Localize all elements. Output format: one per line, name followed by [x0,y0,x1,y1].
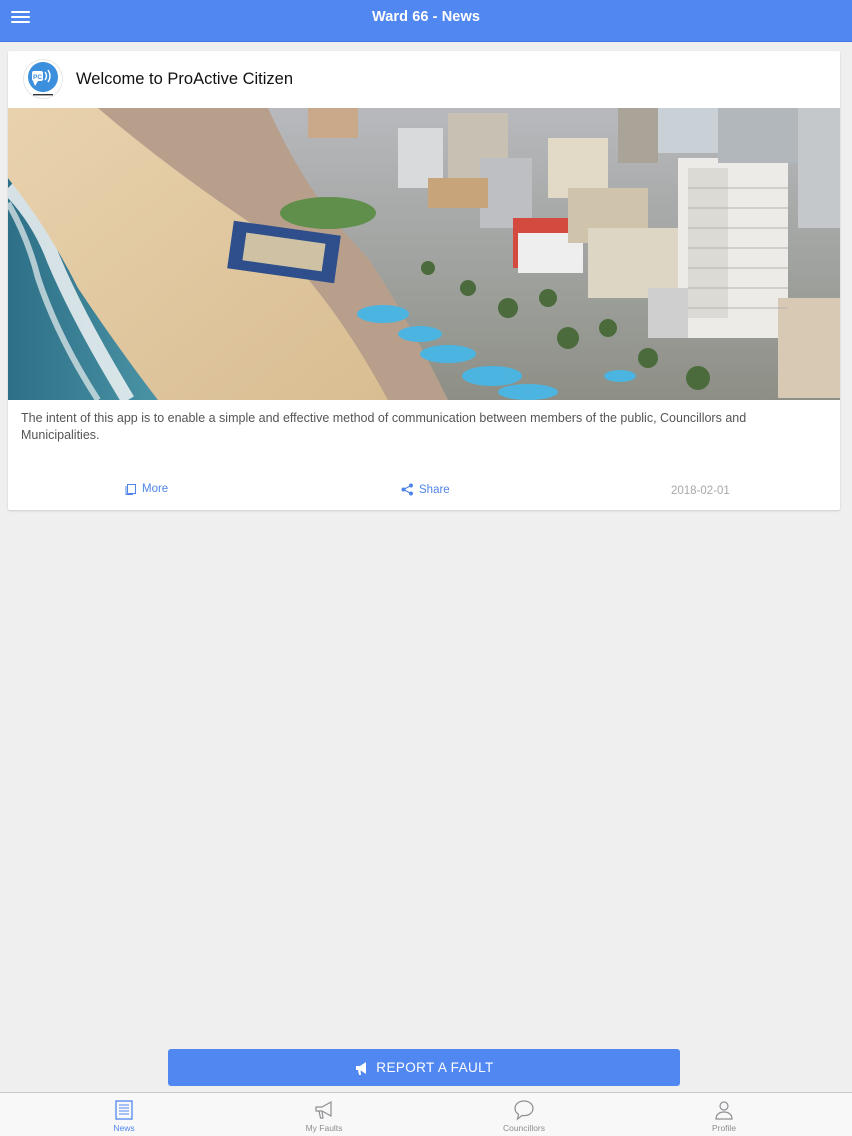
news-card-description: The intent of this app is to enable a si… [21,411,747,442]
news-card-header: PC Welcome to ProActive Citizen [8,51,840,108]
news-card-image [8,108,840,400]
tab-news[interactable]: News [64,1098,184,1133]
news-card-actions: More Share 2018-02-01 [8,483,840,503]
more-button[interactable]: More [125,483,168,495]
navigation-bar: Ward 66 - News [0,0,852,42]
chat-bubble-icon [514,1100,534,1121]
report-fault-button[interactable]: REPORT A FAULT [168,1049,680,1086]
tab-profile[interactable]: Profile [664,1098,784,1133]
person-icon [715,1101,733,1120]
share-button[interactable]: Share [401,483,450,496]
more-label: More [142,483,169,495]
megaphone-icon [356,1061,367,1075]
tab-councillors[interactable]: Councillors [464,1098,584,1133]
share-label: Share [419,483,450,496]
news-card-title[interactable]: Welcome to ProActive Citizen [76,70,293,89]
tab-profile-label: Profile [711,1123,737,1133]
logo-text: PC [33,74,42,81]
newspaper-icon [115,1100,133,1120]
app-screen: Ward 66 - News PC Welcome to ProActive C… [0,0,852,1136]
tab-councillors-label: Councillors [502,1123,546,1133]
page-title: Ward 66 - News [371,9,481,25]
tab-my-faults[interactable]: My Faults [264,1098,384,1133]
news-card[interactable]: PC Welcome to ProActive Citizen The inte… [8,51,840,510]
tab-news-label: News [113,1123,135,1133]
share-icon [401,483,413,496]
tab-my-faults-label: My Faults [305,1123,343,1133]
tab-bar: News My Faults Councillors Profile [0,1092,852,1136]
news-date: 2018-02-01 [671,485,730,497]
report-fault-label: REPORT A FAULT [376,1060,494,1075]
proactive-citizen-logo: PC [23,59,63,99]
megaphone-icon [315,1100,332,1119]
copy-icon [125,484,136,495]
